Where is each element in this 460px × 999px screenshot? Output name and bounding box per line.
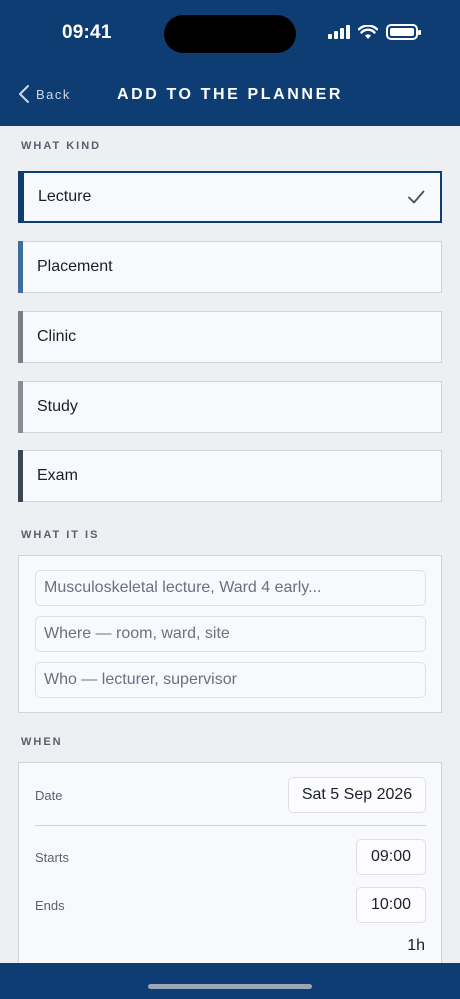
kind-option-label: Placement	[37, 258, 113, 275]
kind-option-placement[interactable]: Placement	[18, 241, 442, 293]
starts-label: Starts	[35, 850, 69, 865]
duration-value: 1h	[407, 937, 425, 954]
bottom-bar	[0, 963, 460, 999]
end-time-picker[interactable]: 10:00	[356, 887, 426, 923]
section-label-what-it-is: WHAT IT IS	[21, 529, 100, 541]
checkmark-icon	[408, 190, 425, 204]
where-input[interactable]	[35, 616, 426, 652]
kind-option-study[interactable]: Study	[18, 381, 442, 433]
cellular-signal-icon	[328, 25, 350, 39]
kind-option-clinic[interactable]: Clinic	[18, 311, 442, 363]
kind-option-label: Exam	[37, 467, 78, 484]
dynamic-island	[164, 15, 296, 53]
section-label-when: WHEN	[21, 736, 63, 748]
kind-option-label: Clinic	[37, 328, 77, 345]
page-title: ADD TO THE PLANNER	[116, 86, 344, 103]
kind-color-bar	[18, 241, 23, 293]
status-time: 09:41	[62, 22, 112, 43]
title-input[interactable]	[35, 570, 426, 606]
divider	[35, 825, 426, 826]
kind-option-label: Study	[37, 398, 78, 415]
date-label: Date	[35, 788, 63, 803]
when-card: Date Sat 5 Sep 2026 Starts 09:00 Ends 10…	[18, 762, 442, 972]
kind-color-bar	[18, 171, 24, 223]
kind-color-bar	[18, 450, 23, 502]
kind-option-exam[interactable]: Exam	[18, 450, 442, 502]
kind-color-bar	[18, 311, 23, 363]
wifi-icon	[358, 24, 378, 39]
details-card	[18, 555, 442, 713]
app-header: 09:41 Back ADD TO THE PLANNER	[0, 0, 460, 126]
status-icons	[328, 24, 421, 40]
who-input[interactable]	[35, 662, 426, 698]
section-label-what-kind: WHAT KIND	[21, 140, 102, 152]
home-indicator[interactable]	[148, 984, 312, 989]
kind-color-bar	[18, 381, 23, 433]
start-time-picker[interactable]: 09:00	[356, 839, 426, 875]
kind-option-label: Lecture	[38, 188, 92, 205]
kind-option-lecture[interactable]: Lecture	[18, 171, 442, 223]
battery-icon	[386, 24, 421, 40]
ends-label: Ends	[35, 898, 65, 913]
date-picker[interactable]: Sat 5 Sep 2026	[288, 777, 426, 813]
